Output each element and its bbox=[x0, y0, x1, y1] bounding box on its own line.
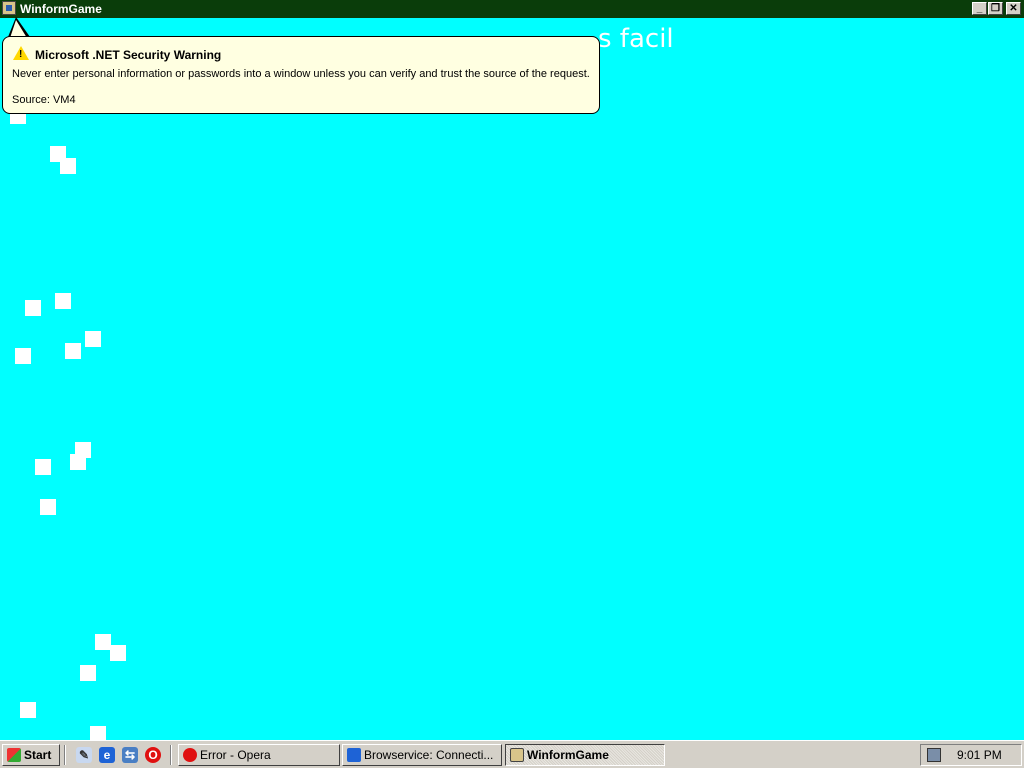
start-button[interactable]: Start bbox=[2, 744, 60, 766]
balloon-source: Source: VM4 bbox=[12, 94, 76, 106]
taskbar-separator bbox=[64, 745, 66, 765]
game-block bbox=[70, 454, 86, 470]
clock[interactable]: 9:01 PM bbox=[957, 748, 1002, 762]
game-canvas[interactable]: s facil bbox=[0, 18, 1024, 740]
game-block bbox=[55, 293, 71, 309]
minimize-button[interactable]: _ bbox=[972, 2, 987, 15]
game-block bbox=[40, 499, 56, 515]
window-titlebar[interactable]: WinformGame _ ❐ ✕ bbox=[0, 0, 1024, 18]
winform-app-icon bbox=[510, 748, 524, 762]
balloon-message: Never enter personal information or pass… bbox=[12, 68, 590, 80]
window-title: WinformGame bbox=[20, 2, 102, 16]
restore-button[interactable]: ❐ bbox=[988, 2, 1003, 15]
winform-app-icon[interactable] bbox=[2, 1, 16, 15]
start-label: Start bbox=[24, 748, 52, 762]
game-block bbox=[25, 300, 41, 316]
game-banner-text: s facil bbox=[598, 24, 674, 54]
taskbar-separator bbox=[170, 745, 172, 765]
show-desktop-icon[interactable]: ✎ bbox=[76, 747, 92, 763]
warning-icon: ! bbox=[13, 46, 29, 60]
windows-logo-icon bbox=[7, 748, 21, 762]
game-block bbox=[60, 158, 76, 174]
balloon-title: Microsoft .NET Security Warning bbox=[35, 48, 222, 62]
internet-explorer-icon bbox=[347, 748, 361, 762]
taskbar: Start ✎ e ⇆ O Error - Opera Browservice:… bbox=[0, 740, 1024, 768]
security-warning-balloon[interactable]: ! Microsoft .NET Security Warning Never … bbox=[2, 36, 600, 114]
opera-icon bbox=[183, 748, 197, 762]
game-block bbox=[85, 331, 101, 347]
game-block bbox=[20, 702, 36, 718]
game-block bbox=[110, 645, 126, 661]
opera-icon[interactable]: O bbox=[145, 747, 161, 763]
internet-explorer-icon[interactable]: e bbox=[99, 747, 115, 763]
game-block bbox=[90, 726, 106, 740]
task-label: Error - Opera bbox=[200, 748, 271, 762]
task-button-opera[interactable]: Error - Opera bbox=[178, 744, 340, 766]
game-block bbox=[95, 634, 111, 650]
close-button[interactable]: ✕ bbox=[1006, 2, 1021, 15]
task-button-browservice[interactable]: Browservice: Connecti... bbox=[342, 744, 502, 766]
game-block bbox=[35, 459, 51, 475]
game-block bbox=[15, 348, 31, 364]
task-label: WinformGame bbox=[527, 748, 609, 762]
task-button-winformgame[interactable]: WinformGame bbox=[505, 744, 665, 766]
game-block bbox=[80, 665, 96, 681]
network-icon[interactable]: ⇆ bbox=[122, 747, 138, 763]
game-block bbox=[65, 343, 81, 359]
task-label: Browservice: Connecti... bbox=[364, 748, 494, 762]
system-tray: 9:01 PM bbox=[920, 744, 1022, 766]
tray-app-icon[interactable] bbox=[927, 748, 941, 762]
